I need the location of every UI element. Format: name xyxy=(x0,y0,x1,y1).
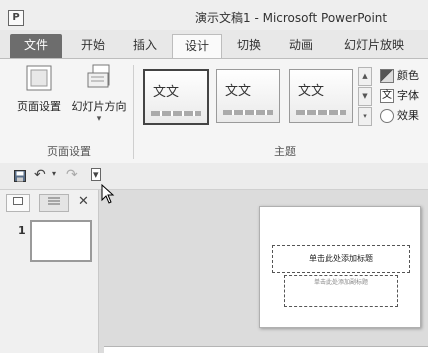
close-pane-icon[interactable]: ✕ xyxy=(78,194,89,209)
outline-tab-icon xyxy=(48,197,60,205)
theme-thumbnail-2[interactable]: 文文 xyxy=(216,69,280,123)
redo-icon[interactable]: ↷ xyxy=(66,167,78,183)
tab-file[interactable]: 文件 xyxy=(10,34,62,58)
undo-icon[interactable]: ↶ xyxy=(34,167,46,183)
slide-orientation-icon xyxy=(87,64,110,88)
slide-orientation-button[interactable]: 幻灯片方向 ▾ xyxy=(68,63,130,124)
gallery-scroll-up-icon[interactable]: ▲ xyxy=(358,67,372,86)
fonts-icon: 文 xyxy=(380,89,394,103)
theme-color-bar xyxy=(223,110,273,115)
slide-number: 1 xyxy=(18,224,26,237)
slide-orientation-label: 幻灯片方向 xyxy=(71,100,127,113)
colors-button[interactable]: 颜色 xyxy=(380,67,419,83)
effects-button[interactable]: 效果 xyxy=(380,107,419,123)
tab-home[interactable]: 开始 xyxy=(72,34,114,58)
ribbon-design: 页面设置 幻灯片方向 ▾ 页面设置 文文 文文 文文 ▲ ▼ ▾ 颜色 文字体 xyxy=(0,58,428,164)
chevron-down-icon: ▾ xyxy=(96,114,102,124)
slides-pane: ✕ 1 xyxy=(0,190,99,353)
theme-color-bar xyxy=(296,110,346,115)
slide-canvas[interactable]: 单击此处添加标题 单击此处添加副标题 xyxy=(259,206,421,328)
tab-insert[interactable]: 插入 xyxy=(124,34,166,58)
colors-label: 颜色 xyxy=(397,69,419,82)
theme-sample-text: 文文 xyxy=(225,84,252,99)
tab-outline[interactable] xyxy=(39,194,69,212)
effects-icon xyxy=(380,109,394,123)
tab-slide-show[interactable]: 幻灯片放映 xyxy=(334,34,414,58)
slides-tab-icon xyxy=(13,197,23,205)
fonts-button[interactable]: 文字体 xyxy=(380,87,419,103)
theme-gallery-scroll: ▲ ▼ ▾ xyxy=(358,67,372,126)
page-setup-icon xyxy=(26,65,52,91)
tab-transitions[interactable]: 切换 xyxy=(228,34,270,58)
group-separator xyxy=(133,65,134,159)
page-setup-label: 页面设置 xyxy=(17,100,61,113)
customize-qat-icon[interactable]: ▾ xyxy=(91,168,101,181)
theme-sample-text: 文文 xyxy=(298,84,325,99)
theme-color-bar xyxy=(151,111,201,116)
effects-label: 效果 xyxy=(397,109,419,122)
title-bar: P 演示文稿1 - Microsoft PowerPoint xyxy=(0,0,428,30)
tab-animations[interactable]: 动画 xyxy=(280,34,322,58)
page-setup-button[interactable]: 页面设置 xyxy=(10,63,68,114)
powerpoint-app-icon[interactable]: P xyxy=(8,10,24,26)
save-icon[interactable] xyxy=(14,170,26,182)
slide-editing-area: 单击此处添加标题 单击此处添加副标题 xyxy=(99,190,428,353)
slide-thumbnail[interactable] xyxy=(30,220,92,262)
mouse-cursor-icon xyxy=(101,184,115,204)
undo-dropdown-icon[interactable]: ▾ xyxy=(52,169,56,178)
subtitle-placeholder[interactable]: 单击此处添加副标题 xyxy=(284,275,398,307)
gallery-scroll-down-icon[interactable]: ▼ xyxy=(358,87,372,106)
theme-thumbnail-3[interactable]: 文文 xyxy=(289,69,353,123)
theme-sample-text: 文文 xyxy=(153,85,180,100)
title-placeholder[interactable]: 单击此处添加标题 xyxy=(272,245,410,273)
gallery-more-icon[interactable]: ▾ xyxy=(358,107,372,126)
colors-icon xyxy=(380,69,394,83)
theme-thumbnail-office[interactable]: 文文 xyxy=(143,69,209,125)
tab-design[interactable]: 设计 xyxy=(172,34,222,60)
fonts-label: 字体 xyxy=(397,89,419,102)
window-title: 演示文稿1 - Microsoft PowerPoint xyxy=(195,11,388,25)
tab-slides-thumbnails[interactable] xyxy=(6,194,30,212)
page-setup-group-label: 页面设置 xyxy=(47,145,91,158)
themes-group-label: 主题 xyxy=(274,145,296,158)
quick-access-toolbar: ↶ ▾ ↷ ▾ xyxy=(0,163,428,190)
ribbon-tab-bar: 文件 开始 插入 设计 切换 动画 幻灯片放映 xyxy=(0,30,428,60)
